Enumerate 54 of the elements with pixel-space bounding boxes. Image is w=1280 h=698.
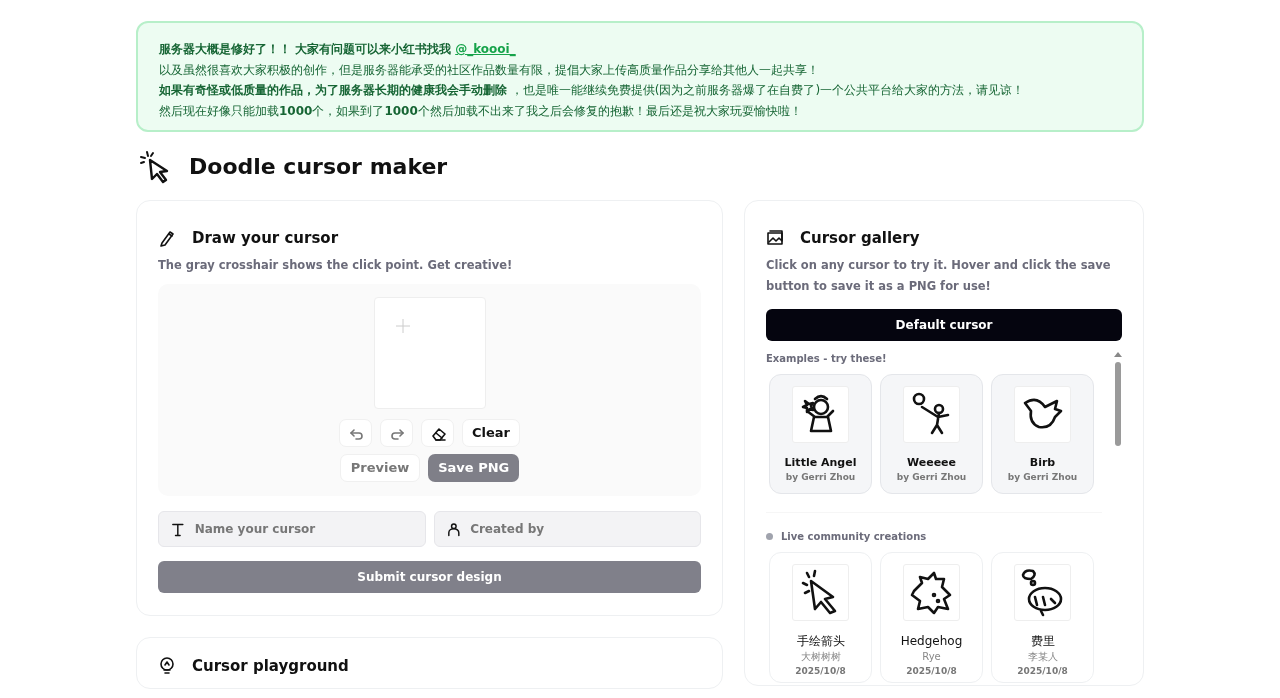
- date-text: 2025/10/8: [794, 665, 847, 678]
- cursor-name: Weeeee: [905, 455, 957, 470]
- lightbulb-icon: [158, 656, 176, 676]
- scroll-up-icon: [1114, 351, 1122, 357]
- submit-button[interactable]: Submit cursor design: [158, 561, 701, 593]
- clear-button[interactable]: Clear: [462, 419, 520, 447]
- cursor-name: 手绘箭头: [795, 633, 846, 649]
- author-name: by Gerri Zhou: [895, 471, 968, 484]
- eraser-button[interactable]: [421, 419, 454, 447]
- author-name: 李某人: [1026, 650, 1059, 664]
- notice-text: 服务器大概是修好了！！ 大家有问题可以来小红书找我: [159, 41, 452, 58]
- picture-icon: [766, 229, 784, 247]
- notice-text: 以及虽然很喜欢大家积极的创作，但是服务器能承受的社区作品数量有限，提倡大家上传高质量作品分享给其他人一起共享！: [159, 61, 819, 79]
- section-heading: Cursor gallery: [800, 229, 920, 247]
- redo-button[interactable]: [380, 419, 413, 447]
- text-icon: [171, 521, 185, 537]
- cursor-card[interactable]: Hedgehog Rye 2025/10/8: [880, 552, 983, 683]
- pencil-icon: [158, 229, 176, 247]
- author-name: Rye: [921, 650, 942, 664]
- text-field[interactable]: Created by: [433, 511, 701, 547]
- author-name: by Gerri Zhou: [784, 471, 857, 484]
- save-png-button[interactable]: Save PNG: [428, 454, 520, 482]
- default-cursor-button[interactable]: Default cursor: [766, 309, 1122, 341]
- person-icon: [446, 521, 461, 537]
- cursor-name: Hedgehog: [899, 633, 964, 649]
- cursor-card[interactable]: 手绘箭头 大树树树 2025/10/8: [769, 552, 872, 683]
- hint-text: Click on any cursor to try it. Hover and click the save button to save it as a PNG for use!: [766, 257, 1112, 295]
- section-label: Live community creations: [781, 530, 927, 544]
- date-text: 2025/10/8: [905, 665, 958, 678]
- cursor-name: Little Angel: [783, 455, 858, 470]
- cursor-name: 费里: [1029, 633, 1056, 649]
- cursor-name: Birb: [1028, 455, 1057, 470]
- text-input[interactable]: Name your cursor: [192, 512, 413, 546]
- text-field[interactable]: Name your cursor: [158, 511, 426, 547]
- crosshair-icon: [395, 319, 410, 333]
- cursor-card[interactable]: 费里 李某人 2025/10/8: [991, 552, 1094, 683]
- cursor-card[interactable]: Birb by Gerri Zhou: [991, 374, 1094, 494]
- undo-button[interactable]: [339, 419, 372, 447]
- section-heading: Cursor playground: [192, 657, 349, 675]
- notice-text: 如果有奇怪或低质量的作品，为了服务器长期的健康我会手动删除 ，也是唯一能继续免费提供(因为之前服务器爆了在自费了)一个公共平台给大家的方法，请见谅！: [159, 82, 1025, 99]
- cursor-card[interactable]: Little Angel by Gerri Zhou: [769, 374, 872, 494]
- section-heading: Draw your cursor: [192, 229, 339, 247]
- text-input[interactable]: Created by: [468, 512, 688, 546]
- hint-text: The gray crosshair shows the click point. Get creative!: [158, 257, 514, 274]
- date-text: 2025/10/8: [1016, 665, 1069, 678]
- preview-button[interactable]: Preview: [339, 454, 421, 482]
- author-name: by Gerri Zhou: [1006, 471, 1079, 484]
- author-name: 大树树树: [799, 650, 842, 664]
- cursor-card[interactable]: Weeeee by Gerri Zhou: [880, 374, 983, 494]
- eraser-icon: [431, 425, 446, 441]
- page-title: Doodle cursor maker: [189, 153, 448, 181]
- scrollbar-thumb[interactable]: [1115, 362, 1121, 446]
- section-label: Examples - try these!: [766, 352, 888, 366]
- live-status-dot: [766, 533, 773, 540]
